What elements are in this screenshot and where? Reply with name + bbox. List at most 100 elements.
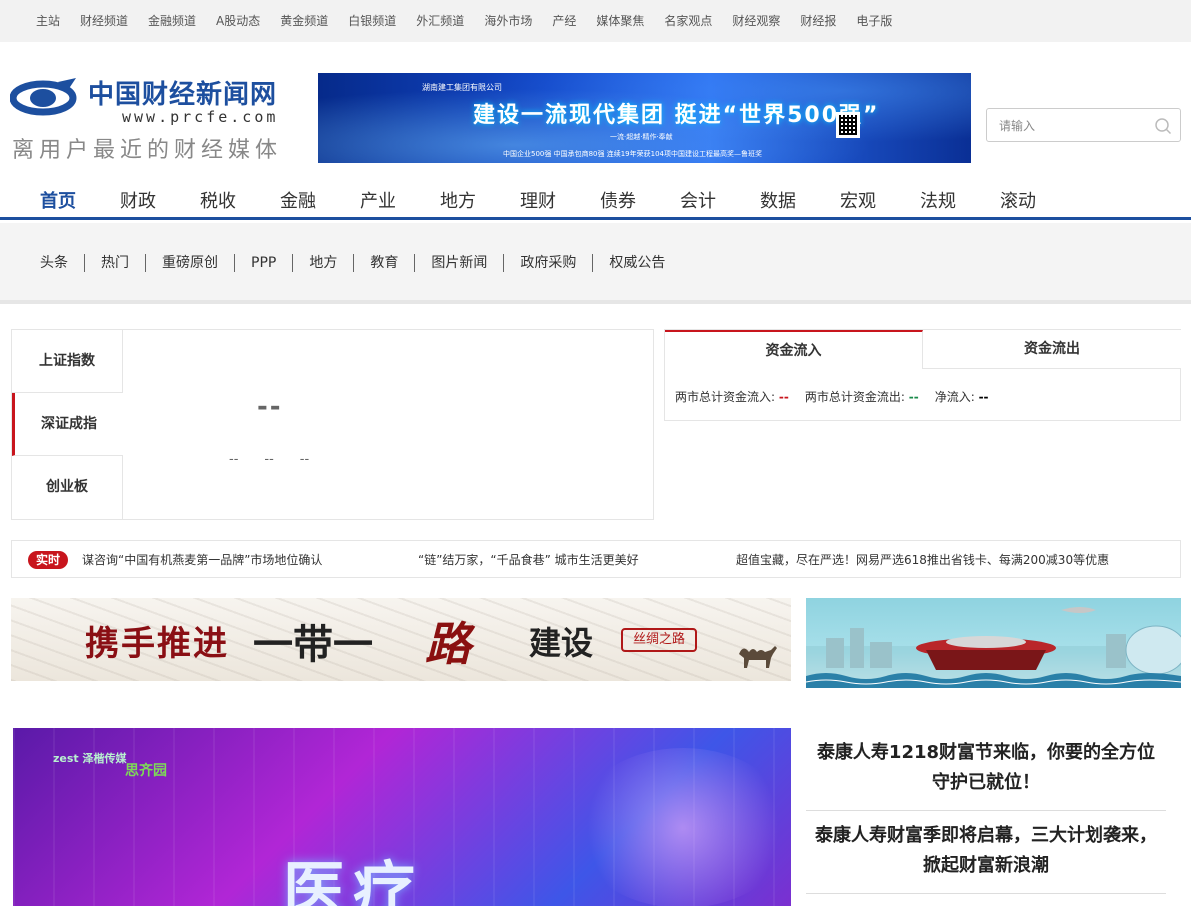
city-expo-ad[interactable] [806,598,1181,688]
ad-text-2: 一带一 [253,621,373,668]
banner-headline: 建设一流现代集团 挺进“世界500强” [473,103,880,128]
fund-flow-row: 两市总计资金流入: -- 两市总计资金流出: -- 净流入: -- [675,388,1005,405]
main-nav-item-12[interactable]: 滚动 [1000,187,1080,213]
main-nav-item-6[interactable]: 理财 [520,187,600,213]
fund-net-value: -- [978,390,989,404]
index-change-percent: -- [264,452,274,467]
main-nav-item-2[interactable]: 税收 [200,187,280,213]
ticker-news-item[interactable]: 谋咨询“中国有机燕麦第一品牌”市场地位确认 [82,551,322,569]
sub-nav-item-8[interactable]: 权威公告 [593,254,681,272]
search-box [986,108,1181,142]
main-nav-item-7[interactable]: 债券 [600,187,680,213]
fund-outflow-value: -- [908,390,919,404]
city-skyline-graphic [806,607,1181,688]
sub-nav-item-3[interactable]: PPP [235,254,294,272]
main-nav-item-1[interactable]: 财政 [120,187,200,213]
news-ticker: 实时 谋咨询“中国有机燕麦第一品牌”市场地位确认 “链”结万家，“千品食巷” 城… [11,540,1181,578]
headline-link[interactable]: 泰康人寿1218财富节来临，你要的全方位守护已就位！ [806,728,1166,811]
logo-slogan: 离用户最近的财经媒体 [12,138,283,163]
fund-outflow: 两市总计资金流出: -- [805,388,919,405]
image-glow [573,748,791,906]
image-brand-2: 思齐园 [125,763,167,779]
top-link-9[interactable]: 媒体聚焦 [596,13,644,29]
ad-text-4: 建设 [529,624,594,662]
search-input[interactable] [999,117,1149,135]
top-link-8[interactable]: 产经 [552,13,576,29]
fund-net: 净流入: -- [935,388,989,405]
main-nav-item-5[interactable]: 地方 [440,187,520,213]
main-nav-item-8[interactable]: 会计 [680,187,760,213]
main-nav-item-3[interactable]: 金融 [280,187,360,213]
image-big-text: 医疗 [283,854,424,906]
index-change: -- [229,452,239,467]
tab-shanghai-index[interactable]: 上证指数 [12,330,123,393]
banner-subline-1: 一流·超越·精作·奉献 [610,133,673,141]
sub-nav-item-2[interactable]: 重磅原创 [146,254,235,272]
top-link-1[interactable]: 财经频道 [80,13,128,29]
top-link-5[interactable]: 白银频道 [348,13,396,29]
fund-net-label: 净流入: [934,390,975,404]
main-nav-item-4[interactable]: 产业 [360,187,440,213]
stock-index-panel: 上证指数 深证成指 创业板 -- -- -- -- [11,329,654,520]
fund-inflow: 两市总计资金流入: -- [675,388,789,405]
top-link-2[interactable]: 金融频道 [148,13,196,29]
top-link-12[interactable]: 财经报 [800,13,836,29]
sub-nav-item-6[interactable]: 图片新闻 [415,254,505,272]
logo-name: 中国财经新闻网 [88,80,278,110]
ad-seal: 丝绸之路 [621,628,697,652]
realtime-badge: 实时 [28,551,68,569]
index-volume: -- [299,452,310,467]
sub-nav-item-4[interactable]: 地方 [293,254,355,272]
fund-inflow-value: -- [778,390,789,404]
main-nav: 首页 财政 税收 金融 产业 地方 理财 债券 会计 数据 宏观 法规 滚动 [0,180,1191,220]
top-link-3[interactable]: A股动态 [216,13,260,29]
fund-outflow-label: 两市总计资金流出: [804,390,905,404]
tab-shenzhen-index[interactable]: 深证成指 [12,393,123,456]
ticker-news-item[interactable]: “链”结万家，“千品食巷” 城市生活更美好 [418,551,639,569]
main-nav-item-9[interactable]: 数据 [760,187,840,213]
top-link-13[interactable]: 电子版 [856,13,892,29]
top-link-11[interactable]: 财经观察 [732,13,780,29]
top-link-7[interactable]: 海外市场 [484,13,532,29]
ticker-news-item[interactable]: 超值宝藏，尽在严选！网易严选618推出省钱卡、每满200减30等优惠 [736,551,1109,569]
top-link-list: 主站 财经频道 金融频道 A股动态 黄金频道 白银频道 外汇频道 海外市场 产经 媒体聚焦 名家观点… [36,13,912,29]
main-nav-item-10[interactable]: 宏观 [840,187,920,213]
main-nav-item-0[interactable]: 首页 [40,187,120,213]
main-nav-list: 首页 财政 税收 金融 产业 地方 理财 债券 会计 数据 宏观 法规 滚动 [40,187,1080,213]
sub-nav-item-7[interactable]: 政府采购 [504,254,594,272]
header-banner-ad[interactable]: 湖南建工集团有限公司 建设一流现代集团 挺进“世界500强” 一流·超越·精作·… [318,73,971,163]
banner-corp: 湖南建工集团有限公司 [422,83,502,92]
sub-nav-item-0[interactable]: 头条 [24,254,85,272]
headline-link[interactable]: 泰康人寿财富季即将启幕，三大计划袭来，掀起财富新浪潮 [806,811,1166,894]
logo-swoosh-icon [10,78,77,116]
site-logo[interactable]: 中国财经新闻网 www.prcfe.com 离用户最近的财经媒体 [10,72,295,164]
main-nav-item-11[interactable]: 法规 [920,187,1000,213]
top-link-bar: 主站 财经频道 金融频道 A股动态 黄金频道 白银频道 外汇频道 海外市场 产经 媒体聚焦 名家观点… [0,0,1191,42]
index-value: -- [257,392,283,422]
sub-nav-item-5[interactable]: 教育 [354,254,416,272]
sub-nav: 头条 热门 重磅原创 PPP 地方 教育 图片新闻 政府采购 权威公告 [0,223,1191,304]
top-link-10[interactable]: 名家观点 [664,13,712,29]
sub-nav-item-1[interactable]: 热门 [85,254,146,272]
fund-flow-panel: 资金流入 资金流出 两市总计资金流入: -- 两市总计资金流出: -- 净流入:… [664,329,1181,421]
feature-image[interactable]: zest 泽楷传媒 思齐园 医疗 [13,728,791,906]
qr-code-icon [836,112,860,138]
sub-nav-list: 头条 热门 重磅原创 PPP 地方 教育 图片新闻 政府采购 权威公告 [24,254,681,272]
ad-text-1: 携手推进 [85,624,229,664]
image-brand-1: zest 泽楷传媒 [53,752,127,765]
headline-list: 泰康人寿1218财富节来临，你要的全方位守护已就位！ 泰康人寿财富季即将启幕，三… [806,728,1166,894]
silk-road-ad[interactable]: 携手推进 一带一 路 建设 丝绸之路 [11,598,791,681]
tab-fund-outflow[interactable]: 资金流出 [923,330,1181,369]
index-tabs: 上证指数 深证成指 创业板 [12,330,123,519]
ad-text-3: 路 [425,617,471,671]
search-icon[interactable] [1154,117,1172,135]
index-stats: -- -- -- [229,452,335,467]
top-link-6[interactable]: 外汇频道 [416,13,464,29]
fund-inflow-label: 两市总计资金流入: [675,390,776,404]
tab-fund-inflow[interactable]: 资金流入 [665,330,923,369]
camel-icon [739,646,777,668]
logo-url: www.prcfe.com [122,108,279,126]
top-link-0[interactable]: 主站 [36,13,60,29]
top-link-4[interactable]: 黄金频道 [280,13,328,29]
tab-chinext[interactable]: 创业板 [12,456,123,519]
